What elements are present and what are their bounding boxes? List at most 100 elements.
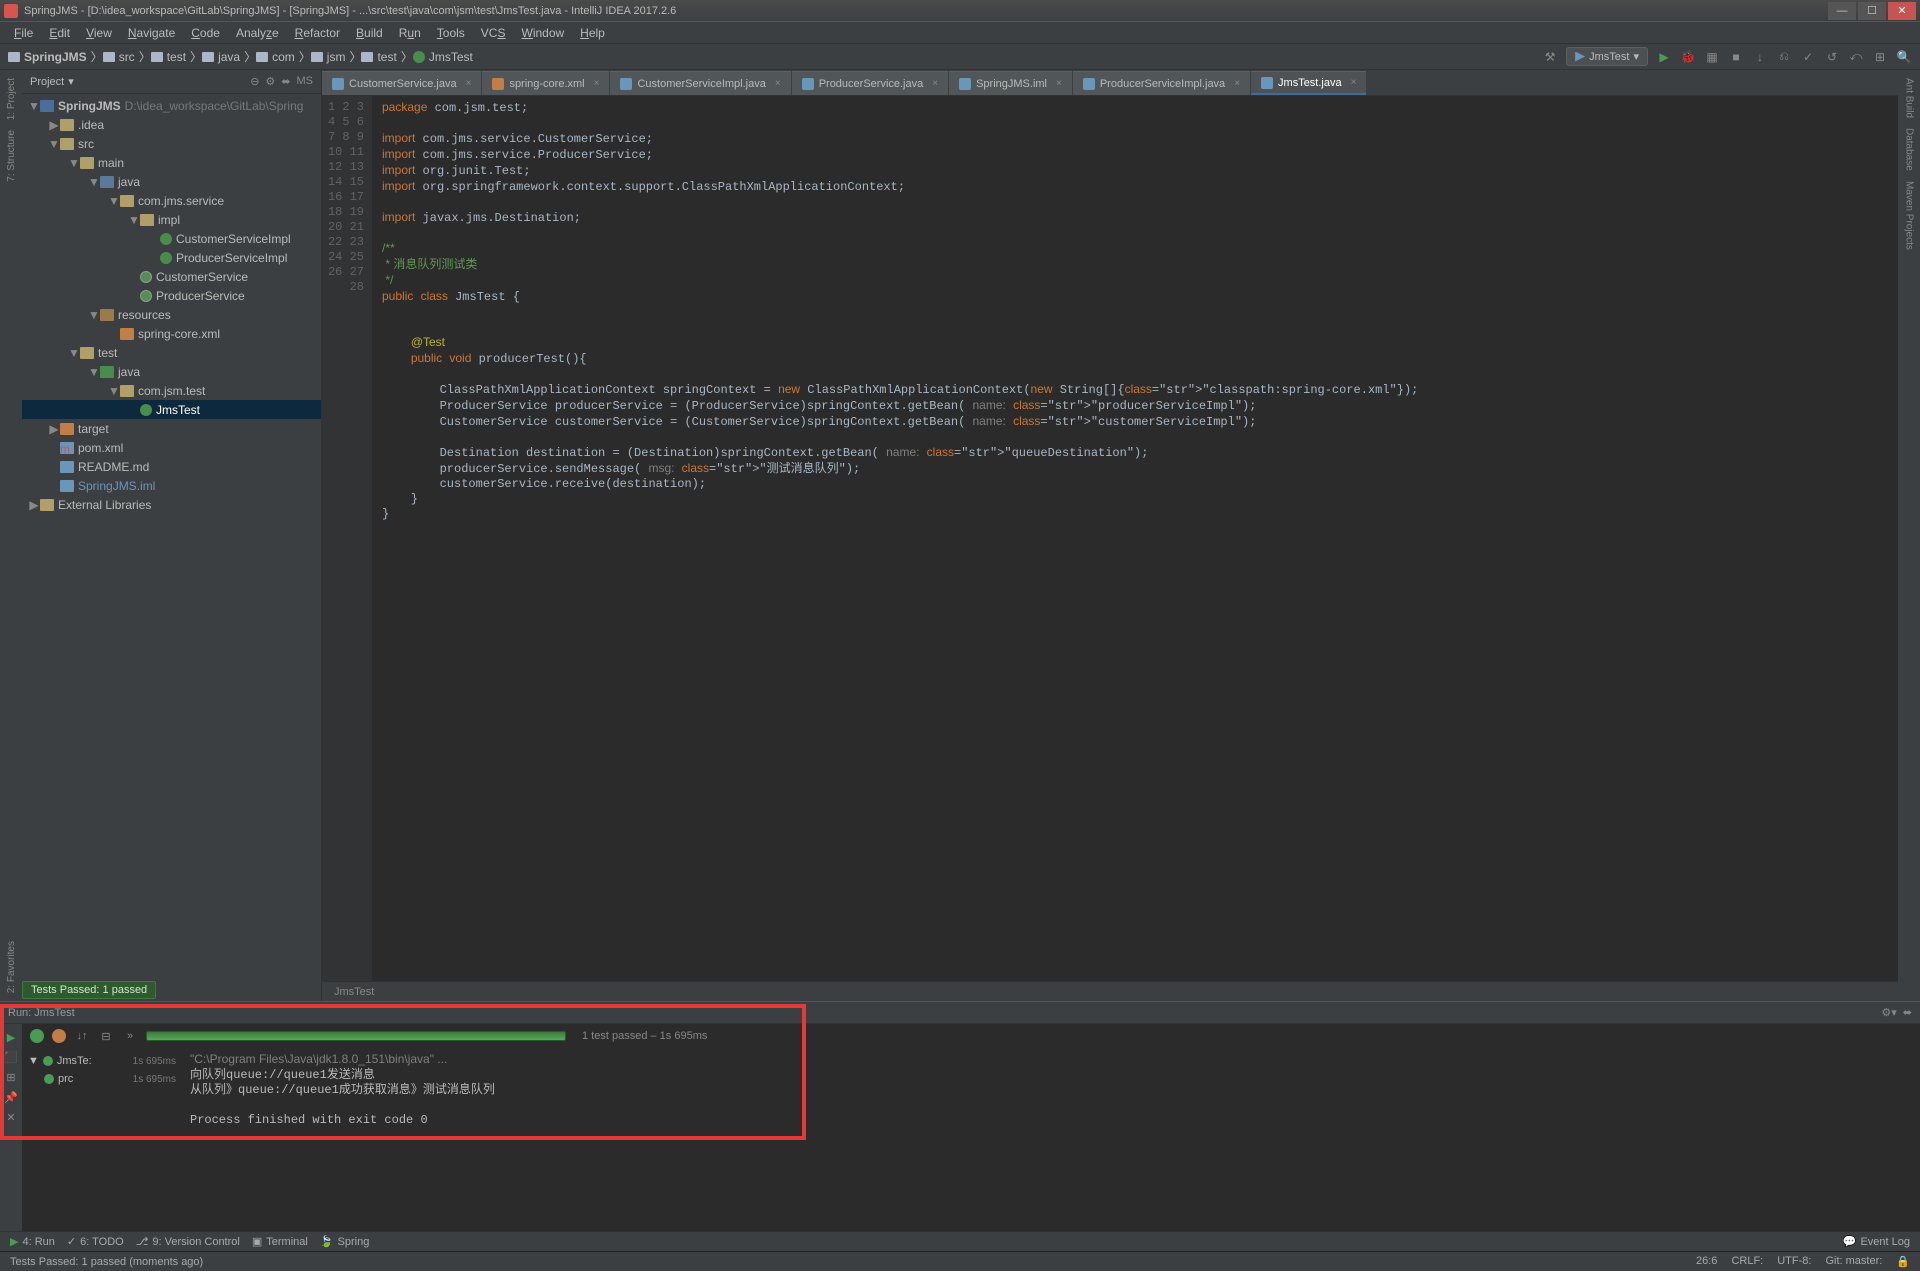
menu-view[interactable]: View — [78, 26, 120, 40]
strip-structure[interactable]: 7: Structure — [6, 130, 17, 182]
stop-icon[interactable]: ■ — [1728, 49, 1744, 65]
menu-navigate[interactable]: Navigate — [120, 26, 183, 40]
gear-icon[interactable]: ⚙ — [265, 75, 275, 88]
crumb-com[interactable]: 〉com — [244, 48, 295, 65]
menu-code[interactable]: Code — [183, 26, 228, 40]
tab-close-icon[interactable]: × — [932, 78, 938, 89]
gear-icon[interactable]: ⚙▾ — [1881, 1006, 1896, 1019]
hide-icon[interactable]: ⬌ — [1903, 1006, 1912, 1019]
tree-cs[interactable]: CustomerService — [22, 267, 321, 286]
tree-pkg-test[interactable]: ▼com.jsm.test — [22, 381, 321, 400]
menu-analyze[interactable]: Analyze — [228, 26, 287, 40]
strip-maven[interactable]: Maven Projects — [1904, 181, 1915, 250]
search-icon[interactable]: 🔍 — [1896, 49, 1912, 65]
tool-spring[interactable]: 🍃 Spring — [320, 1235, 370, 1248]
coverage-icon[interactable]: ▦ — [1704, 49, 1720, 65]
maximize-button[interactable]: ☐ — [1858, 2, 1886, 20]
crumb-class[interactable]: 〉JmsTest — [401, 48, 473, 65]
editor-body[interactable]: 1 2 3 4 5 6 7 8 9 10 11 12 13 14 15 16 1… — [322, 96, 1898, 981]
tree-ext[interactable]: ▶External Libraries — [22, 495, 321, 514]
menu-tools[interactable]: Tools — [429, 26, 473, 40]
menu-vcs[interactable]: VCS — [473, 26, 514, 40]
crumb-java[interactable]: 〉java — [190, 48, 240, 65]
debug-icon[interactable]: 🐞 — [1680, 49, 1696, 65]
crumb-jsm[interactable]: 〉jsm — [299, 48, 346, 65]
revert-icon[interactable]: ⤺ — [1848, 49, 1864, 65]
vcs-icon[interactable]: ⎌ — [1776, 49, 1792, 65]
menu-edit[interactable]: Edit — [41, 26, 78, 40]
rerun-icon[interactable]: ▶ — [4, 1030, 18, 1044]
tree-pkg-service[interactable]: ▼com.jms.service — [22, 191, 321, 210]
tree-target[interactable]: ▶target — [22, 419, 321, 438]
close-icon[interactable]: ✕ — [4, 1110, 18, 1124]
editor-tab[interactable]: JmsTest.java× — [1251, 71, 1366, 95]
update-icon[interactable]: ↓ — [1752, 49, 1768, 65]
editor-tab[interactable]: CustomerService.java× — [322, 71, 481, 95]
tree-java1[interactable]: ▼java — [22, 172, 321, 191]
tree-springxml[interactable]: spring-core.xml — [22, 324, 321, 343]
build-icon[interactable]: ⚒ — [1542, 49, 1558, 65]
menu-help[interactable]: Help — [572, 26, 613, 40]
editor-tab[interactable]: CustomerServiceImpl.java× — [610, 71, 790, 95]
test-tree[interactable]: ▼JmsTe:1s 695ms prc1s 695ms — [22, 1048, 182, 1231]
strip-ant[interactable]: Ant Build — [1904, 78, 1915, 118]
editor-tab[interactable]: SpringJMS.iml× — [949, 71, 1072, 95]
tree-impl[interactable]: ▼impl — [22, 210, 321, 229]
tool-vcs[interactable]: ⎇ 9: Version Control — [136, 1235, 240, 1248]
tab-close-icon[interactable]: × — [594, 78, 600, 89]
project-tree[interactable]: ▼SpringJMSD:\idea_workspace\GitLab\Sprin… — [22, 94, 321, 1001]
code[interactable]: package com.jsm.test; import com.jms.ser… — [372, 96, 1898, 981]
editor-tab[interactable]: ProducerService.java× — [792, 71, 948, 95]
stop-icon[interactable]: ⬛ — [4, 1050, 18, 1064]
tool-run[interactable]: ▶4: Run — [10, 1235, 55, 1248]
tool-terminal[interactable]: ▣ Terminal — [252, 1235, 308, 1248]
tree-test[interactable]: ▼test — [22, 343, 321, 362]
tree-resources[interactable]: ▼resources — [22, 305, 321, 324]
crumb-testpkg[interactable]: 〉test — [349, 48, 396, 65]
caret-pos[interactable]: 26:6 — [1696, 1255, 1717, 1268]
tree-iml[interactable]: SpringJMS.iml — [22, 476, 321, 495]
tree-idea[interactable]: ▶.idea — [22, 115, 321, 134]
collapse-icon[interactable]: ⊖ — [250, 75, 259, 88]
crumb-test[interactable]: 〉test — [139, 48, 186, 65]
tree-csi[interactable]: CustomerServiceImpl — [22, 229, 321, 248]
tree-root[interactable]: ▼SpringJMSD:\idea_workspace\GitLab\Sprin… — [22, 96, 321, 115]
tab-close-icon[interactable]: × — [775, 78, 781, 89]
strip-db[interactable]: Database — [1904, 128, 1915, 171]
commit-icon[interactable]: ✓ — [1800, 49, 1816, 65]
close-button[interactable]: ✕ — [1888, 2, 1916, 20]
editor-tab[interactable]: ProducerServiceImpl.java× — [1073, 71, 1250, 95]
run-config-select[interactable]: JmsTest ▾ — [1566, 47, 1648, 66]
more-icon[interactable]: » — [122, 1028, 138, 1044]
editor-tab[interactable]: spring-core.xml× — [482, 71, 609, 95]
git-branch[interactable]: Git: master: — [1825, 1255, 1882, 1268]
console-output[interactable]: "C:\Program Files\Java\jdk1.8.0_151\bin\… — [182, 1048, 1920, 1231]
minimize-button[interactable]: — — [1828, 2, 1856, 20]
expand-icon[interactable]: ⊟ — [98, 1028, 114, 1044]
tool-todo[interactable]: ✓ 6: TODO — [67, 1235, 124, 1248]
layout-icon[interactable]: ⊞ — [4, 1070, 18, 1084]
tree-main[interactable]: ▼main — [22, 153, 321, 172]
structure-icon[interactable]: ⊞ — [1872, 49, 1888, 65]
tree-ps[interactable]: ProducerService — [22, 286, 321, 305]
menu-build[interactable]: Build — [348, 26, 391, 40]
hide-icon[interactable]: ⬌ — [281, 75, 290, 88]
editor-breadcrumb[interactable]: JmsTest — [322, 981, 1898, 1001]
strip-favorites[interactable]: 2: Favorites — [6, 941, 17, 993]
run-icon[interactable]: ▶ — [1656, 49, 1672, 65]
tree-src[interactable]: ▼src — [22, 134, 321, 153]
tab-close-icon[interactable]: × — [466, 78, 472, 89]
tree-psi[interactable]: ProducerServiceImpl — [22, 248, 321, 267]
strip-project[interactable]: 1: Project — [6, 78, 17, 120]
menu-file[interactable]: File — [6, 26, 41, 40]
tree-java2[interactable]: ▼java — [22, 362, 321, 381]
test-root[interactable]: ▼JmsTe:1s 695ms — [28, 1052, 176, 1070]
tab-close-icon[interactable]: × — [1351, 77, 1357, 88]
sort-icon[interactable]: ↓↑ — [74, 1028, 90, 1044]
pin-icon[interactable]: 📌 — [4, 1090, 18, 1104]
lock-icon[interactable]: 🔒 — [1896, 1255, 1910, 1268]
history-icon[interactable]: ↺ — [1824, 49, 1840, 65]
crumb-src[interactable]: 〉src — [91, 48, 135, 65]
menu-window[interactable]: Window — [513, 26, 572, 40]
test-child[interactable]: prc1s 695ms — [28, 1070, 176, 1088]
